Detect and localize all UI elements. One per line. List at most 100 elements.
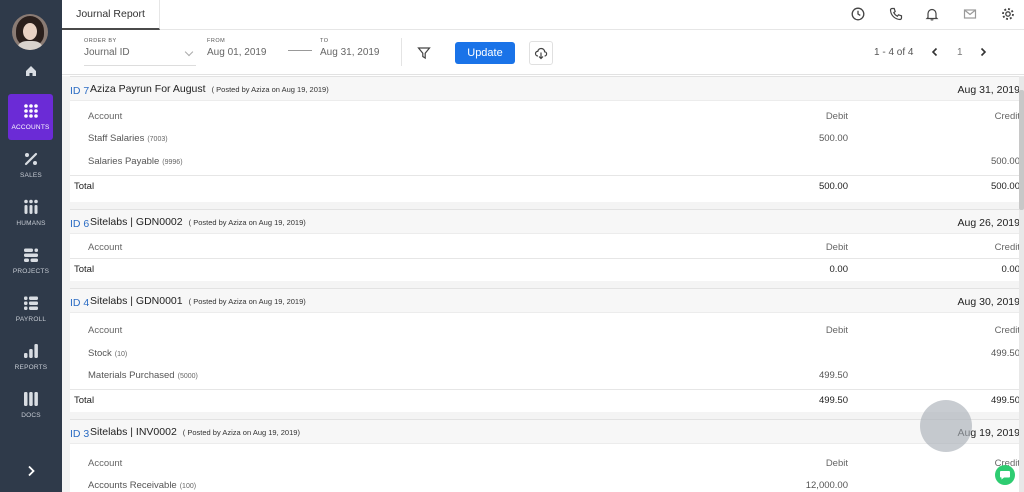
credit-header: Credit bbox=[994, 242, 1020, 253]
sidebar-expand-button[interactable] bbox=[0, 460, 62, 482]
chat-icon bbox=[1000, 471, 1010, 480]
posted-by: ( Posted by Aziza on Aug 19, 2019) bbox=[182, 428, 300, 437]
chevron-left-icon bbox=[931, 47, 938, 57]
account-header: Account bbox=[88, 111, 123, 122]
docs-icon bbox=[24, 392, 38, 406]
journal-id-link[interactable]: ID 7 bbox=[70, 85, 89, 97]
sidebar-item-label: HUMANS bbox=[16, 220, 46, 227]
filter-bar: ORDER BY Journal ID FROM Aug 01, 2019 TO… bbox=[62, 31, 1024, 75]
home-button[interactable] bbox=[0, 58, 62, 84]
settings-button[interactable] bbox=[1000, 6, 1016, 22]
debit-header: Debit bbox=[825, 458, 848, 469]
journal-date: Aug 30, 2019 bbox=[957, 296, 1020, 308]
messages-button[interactable] bbox=[962, 6, 978, 22]
sidebar-item-label: DOCS bbox=[21, 412, 41, 419]
credit-header: Credit bbox=[994, 111, 1020, 122]
account-label: Staff Salaries bbox=[88, 133, 145, 144]
posted-by: ( Posted by Aziza on Aug 19, 2019) bbox=[188, 297, 306, 306]
posted-by: ( Posted by Aziza on Aug 19, 2019) bbox=[211, 85, 329, 94]
sidebar-item-payroll[interactable]: PAYROLL bbox=[0, 286, 62, 332]
sidebar-item-sales[interactable]: SALES bbox=[0, 142, 62, 188]
tab-journal-report[interactable]: Journal Report bbox=[62, 0, 160, 30]
journal-entry-header: ID 6 Sitelabs | GDN0002 ( Posted by Aziza… bbox=[70, 210, 1020, 234]
journal-title: Sitelabs | INV0002 ( Posted by Aziza on A… bbox=[90, 426, 300, 438]
table-row: Accounts Receivable (100) 12,000.00 bbox=[70, 475, 1020, 492]
total-debit: 500.00 bbox=[818, 181, 848, 192]
journal-entry: ID 3 Sitelabs | INV0002 ( Posted by Aziza… bbox=[70, 419, 1020, 492]
next-page-button[interactable] bbox=[976, 45, 990, 59]
journal-title-text: Sitelabs | GDN0001 bbox=[90, 295, 183, 307]
account-label: Stock bbox=[88, 348, 112, 359]
debit-value: 12,000.00 bbox=[805, 480, 848, 491]
journal-entry-header: ID 3 Sitelabs | INV0002 ( Posted by Aziza… bbox=[70, 420, 1020, 444]
pagination-range: 1 - 4 of 4 bbox=[874, 47, 914, 58]
bar-chart-icon bbox=[24, 344, 38, 358]
to-date-field[interactable]: TO Aug 31, 2019 bbox=[320, 38, 402, 66]
total-row: Total 500.00 500.00 bbox=[70, 175, 1020, 197]
sidebar-item-accounts[interactable]: ACCOUNTS bbox=[8, 94, 53, 140]
credit-value: 499.50 bbox=[990, 348, 1020, 359]
call-button[interactable] bbox=[888, 6, 904, 22]
gear-icon bbox=[1002, 8, 1014, 20]
total-debit: 499.50 bbox=[818, 395, 848, 406]
sidebar-item-reports[interactable]: REPORTS bbox=[0, 334, 62, 380]
notifications-button[interactable] bbox=[924, 6, 940, 22]
sidebar-item-docs[interactable]: DOCS bbox=[0, 382, 62, 428]
sidebar-item-label: PAYROLL bbox=[15, 316, 47, 323]
chat-button[interactable] bbox=[995, 465, 1015, 485]
total-debit: 0.00 bbox=[829, 264, 849, 275]
debit-header: Debit bbox=[825, 111, 848, 122]
update-button[interactable]: Update bbox=[455, 42, 515, 64]
click-indicator bbox=[920, 400, 972, 452]
journal-id-link[interactable]: ID 6 bbox=[70, 218, 89, 230]
debit-value: 499.50 bbox=[818, 370, 848, 381]
order-by-value: Journal ID bbox=[84, 47, 130, 58]
avatar[interactable] bbox=[12, 14, 48, 50]
clock-icon bbox=[851, 7, 865, 21]
scrollbar-thumb[interactable] bbox=[1019, 90, 1024, 210]
date-range-separator bbox=[288, 50, 312, 51]
table-row: Salaries Payable (9996) 500.00 bbox=[70, 151, 1020, 173]
journal-entry-header: ID 4 Sitelabs | GDN0001 ( Posted by Aziza… bbox=[70, 289, 1020, 313]
journal-date: Aug 31, 2019 bbox=[957, 84, 1020, 96]
people-icon bbox=[24, 199, 38, 214]
total-credit: 0.00 bbox=[1001, 264, 1021, 275]
order-by-select[interactable]: ORDER BY Journal ID bbox=[84, 38, 196, 66]
credit-value: 500.00 bbox=[990, 156, 1020, 167]
column-header-row: Account Debit Credit bbox=[70, 320, 1020, 342]
account-name: Salaries Payable (9996) bbox=[88, 156, 183, 167]
payroll-icon bbox=[24, 296, 38, 310]
total-label: Total bbox=[74, 264, 95, 275]
previous-page-button[interactable] bbox=[928, 45, 942, 59]
sidebar-item-projects[interactable]: PROJECTS bbox=[0, 238, 62, 284]
percent-icon bbox=[24, 152, 38, 166]
credit-header: Credit bbox=[994, 325, 1020, 336]
journal-title-text: Sitelabs | INV0002 bbox=[90, 426, 177, 438]
sidebar-item-label: REPORTS bbox=[14, 364, 48, 371]
journal-entry: ID 4 Sitelabs | GDN0001 ( Posted by Aziza… bbox=[70, 288, 1020, 412]
download-button[interactable] bbox=[529, 41, 553, 65]
table-row: Staff Salaries (7003) 500.00 bbox=[70, 128, 1020, 150]
journal-title-text: Sitelabs | GDN0002 bbox=[90, 216, 183, 228]
projects-icon bbox=[24, 248, 38, 262]
account-header: Account bbox=[88, 458, 123, 469]
journal-id-link[interactable]: ID 4 bbox=[70, 297, 89, 309]
account-code: (5000) bbox=[177, 373, 198, 380]
history-button[interactable] bbox=[850, 6, 866, 22]
journal-title: Sitelabs | GDN0002 ( Posted by Aziza on A… bbox=[90, 216, 306, 228]
sidebar-item-humans[interactable]: HUMANS bbox=[0, 190, 62, 236]
journal-id-link[interactable]: ID 3 bbox=[70, 428, 89, 440]
journal-title-text: Aziza Payrun For August bbox=[90, 83, 206, 95]
sidebar-item-label: ACCOUNTS bbox=[11, 124, 50, 131]
from-caption: FROM bbox=[207, 38, 226, 44]
account-label: Accounts Receivable bbox=[88, 480, 177, 491]
journal-date: Aug 26, 2019 bbox=[957, 217, 1020, 229]
order-by-caption: ORDER BY bbox=[84, 38, 117, 44]
to-caption: TO bbox=[320, 38, 329, 44]
from-date-field[interactable]: FROM Aug 01, 2019 bbox=[207, 38, 287, 66]
account-name: Accounts Receivable (100) bbox=[88, 480, 196, 491]
filter-button[interactable] bbox=[412, 41, 436, 65]
account-code: (100) bbox=[179, 483, 197, 490]
column-header-row: Account Debit Credit bbox=[70, 237, 1020, 259]
journal-title: Sitelabs | GDN0001 ( Posted by Aziza on A… bbox=[90, 295, 306, 307]
